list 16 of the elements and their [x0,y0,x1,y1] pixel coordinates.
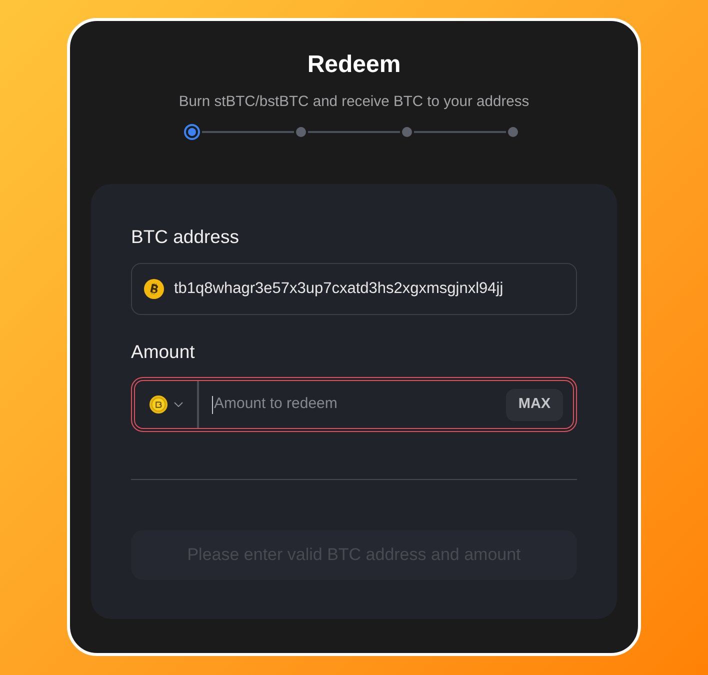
dialog-title: Redeem [307,50,401,80]
step-indicator[interactable] [508,127,518,137]
address-label: BTC address [131,225,240,249]
bitcoin-icon [144,279,164,299]
chevron-down-icon [174,402,183,407]
step-indicator[interactable] [402,127,412,137]
step-indicator[interactable] [296,127,306,137]
step-indicator[interactable] [184,124,200,140]
amount-field[interactable]: Amount to redeem MAX [131,377,577,432]
amount-label: Amount [131,340,196,364]
address-field[interactable]: tb1q8whagr3e57x3up7cxatd3hs2xgxmsgjnxl94jj [131,263,577,315]
amount-input[interactable]: Amount to redeem [213,393,506,416]
dialog-subtitle: Burn stBTC/bstBTC and receive BTC to your address [178,93,530,111]
max-button[interactable]: MAX [506,388,563,420]
coin-icon [149,395,168,414]
address-value: tb1q8whagr3e57x3up7cxatd3hs2xgxmsgjnxl94jj [174,279,504,300]
